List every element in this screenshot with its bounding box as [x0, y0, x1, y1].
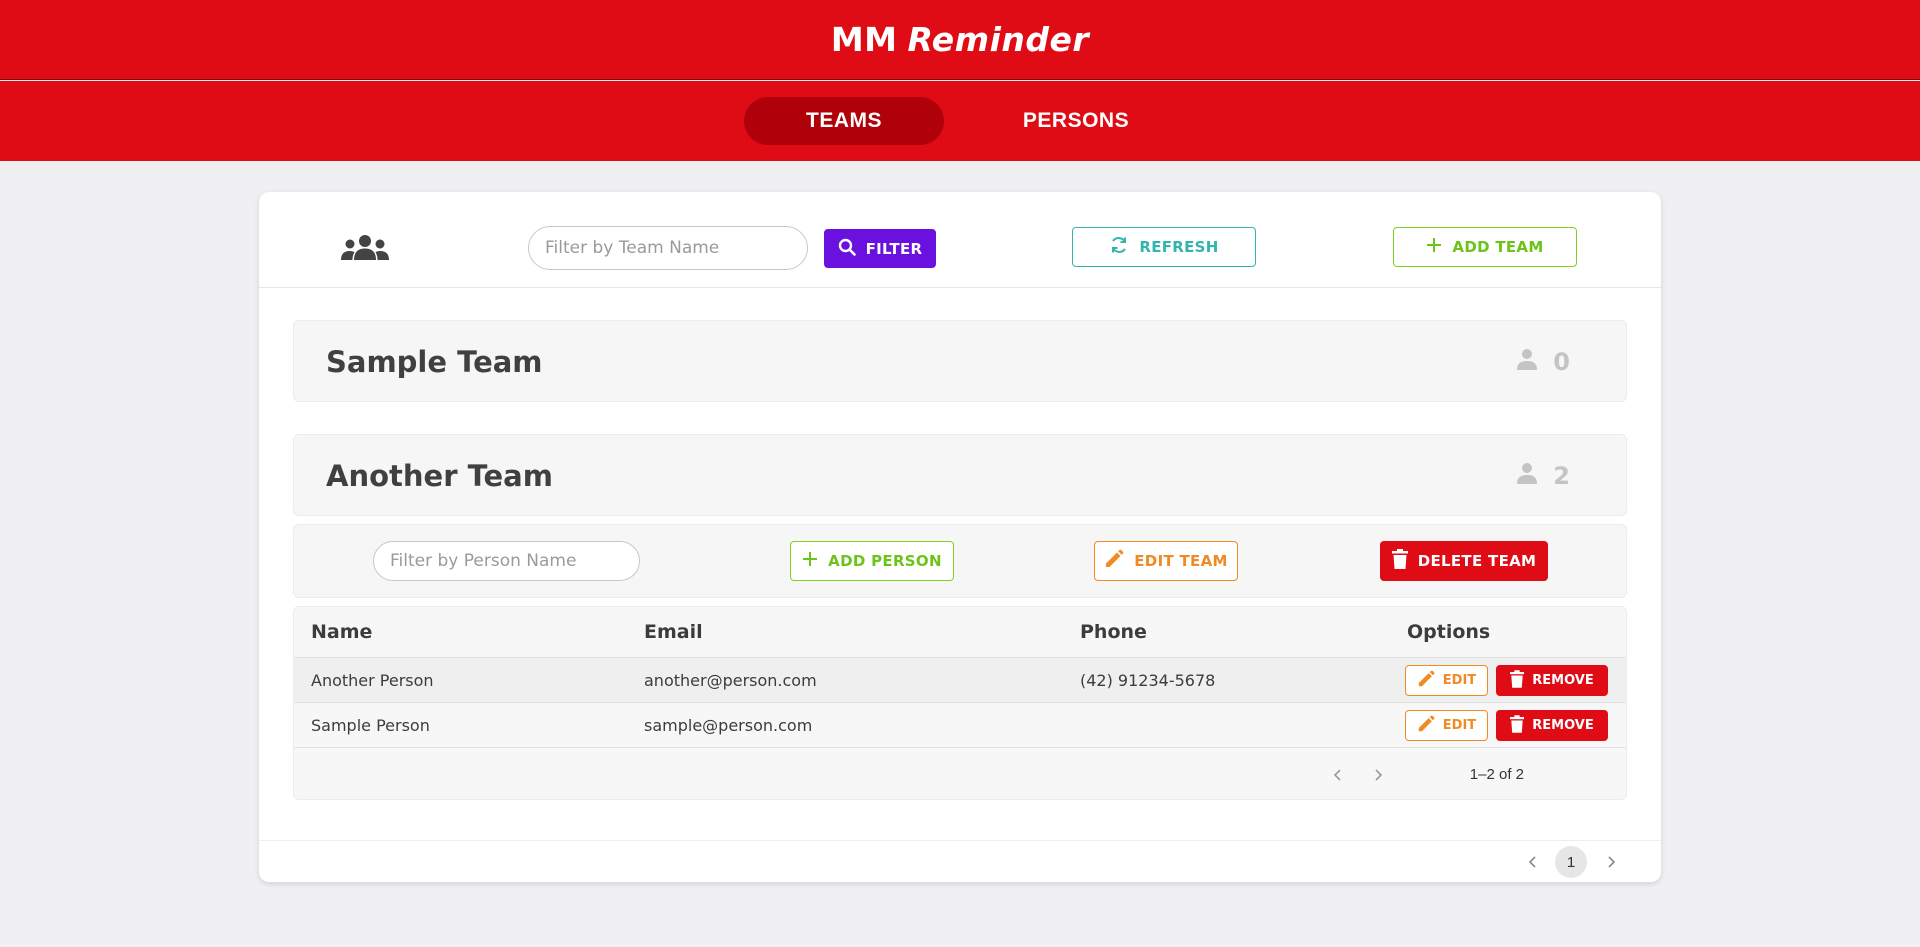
- app-header: MM Reminder: [0, 0, 1920, 80]
- column-header-email[interactable]: Email: [644, 607, 703, 657]
- plus-icon: [802, 551, 818, 571]
- refresh-icon: [1109, 235, 1129, 259]
- add-team-button-label: ADD TEAM: [1452, 238, 1544, 256]
- delete-team-button-label: DELETE TEAM: [1417, 552, 1537, 570]
- chevron-left-icon[interactable]: [1521, 850, 1545, 874]
- group-icon: [341, 234, 389, 264]
- trash-icon: [1510, 669, 1525, 692]
- column-header-phone[interactable]: Phone: [1080, 607, 1147, 657]
- filter-button[interactable]: FILTER: [824, 229, 936, 268]
- team-member-count: 2: [1515, 435, 1570, 517]
- table-row[interactable]: Another Person another@person.com (42) 9…: [294, 657, 1626, 702]
- pencil-icon: [1417, 670, 1435, 692]
- main-nav: TEAMS PERSONS: [0, 81, 1920, 161]
- person-email: another@person.com: [644, 671, 817, 690]
- table-pagination: 1–2 of 2: [294, 747, 1626, 799]
- app-title-part2: Reminder: [907, 20, 1090, 59]
- search-icon: [838, 238, 856, 260]
- pagination-range: 1–2 of 2: [1469, 766, 1524, 783]
- teams-card: FILTER REFRESH ADD TEAM Sample Team 0 An…: [259, 192, 1661, 882]
- tab-teams[interactable]: TEAMS: [744, 97, 944, 145]
- refresh-button[interactable]: REFRESH: [1072, 227, 1256, 267]
- plus-icon: [1426, 237, 1442, 257]
- person-icon: [1515, 461, 1539, 491]
- edit-person-button-label: EDIT: [1442, 718, 1477, 733]
- tab-persons[interactable]: PERSONS: [976, 97, 1176, 145]
- team-name: Another Team: [326, 459, 553, 493]
- add-person-button-label: ADD PERSON: [828, 552, 942, 570]
- team-panel[interactable]: Another Team 2: [293, 434, 1627, 516]
- column-header-options: Options: [1407, 621, 1491, 643]
- filter-button-label: FILTER: [865, 239, 923, 258]
- pencil-icon: [1417, 715, 1435, 737]
- delete-team-button[interactable]: DELETE TEAM: [1380, 541, 1548, 581]
- person-name: Another Person: [311, 671, 434, 690]
- edit-team-button[interactable]: EDIT TEAM: [1094, 541, 1238, 581]
- team-member-count: 0: [1515, 321, 1570, 403]
- trash-icon: [1510, 714, 1525, 737]
- remove-person-button[interactable]: REMOVE: [1496, 710, 1608, 741]
- edit-team-button-label: EDIT TEAM: [1134, 552, 1228, 570]
- app-title: MM Reminder: [831, 20, 1089, 59]
- person-icon: [1515, 347, 1539, 377]
- person-phone: (42) 91234-5678: [1080, 671, 1216, 690]
- table-row[interactable]: Sample Person sample@person.com EDIT REM…: [294, 702, 1626, 747]
- remove-person-button[interactable]: REMOVE: [1496, 665, 1608, 696]
- add-person-button[interactable]: ADD PERSON: [790, 541, 954, 581]
- chevron-right-icon[interactable]: [1599, 850, 1623, 874]
- page-button-current[interactable]: 1: [1555, 846, 1587, 878]
- team-name: Sample Team: [326, 345, 543, 379]
- team-panel[interactable]: Sample Team 0: [293, 320, 1627, 402]
- teams-toolbar: FILTER REFRESH ADD TEAM: [259, 192, 1661, 288]
- edit-person-button[interactable]: EDIT: [1405, 710, 1488, 741]
- column-header-name[interactable]: Name: [311, 607, 372, 657]
- remove-person-button-label: REMOVE: [1532, 673, 1594, 688]
- chevron-left-icon[interactable]: [1326, 763, 1350, 787]
- team-member-count-value: 2: [1553, 462, 1570, 490]
- team-member-count-value: 0: [1553, 348, 1570, 376]
- edit-person-button[interactable]: EDIT: [1405, 665, 1488, 696]
- chevron-right-icon[interactable]: [1366, 763, 1390, 787]
- team-filter-input[interactable]: [528, 226, 808, 270]
- pencil-icon: [1104, 549, 1124, 573]
- team-actions-bar: ADD PERSON EDIT TEAM DELETE TEAM: [293, 524, 1627, 598]
- persons-table: Name Email Phone Options Another Person …: [293, 606, 1627, 800]
- teams-pagination: 1: [259, 840, 1661, 882]
- trash-icon: [1391, 549, 1408, 573]
- person-name: Sample Person: [311, 716, 430, 735]
- add-team-button[interactable]: ADD TEAM: [1393, 227, 1577, 267]
- remove-person-button-label: REMOVE: [1532, 718, 1594, 733]
- app-title-part1: MM: [830, 20, 898, 59]
- refresh-button-label: REFRESH: [1139, 238, 1219, 256]
- edit-person-button-label: EDIT: [1442, 673, 1477, 688]
- person-email: sample@person.com: [644, 716, 813, 735]
- person-filter-input[interactable]: [373, 541, 640, 581]
